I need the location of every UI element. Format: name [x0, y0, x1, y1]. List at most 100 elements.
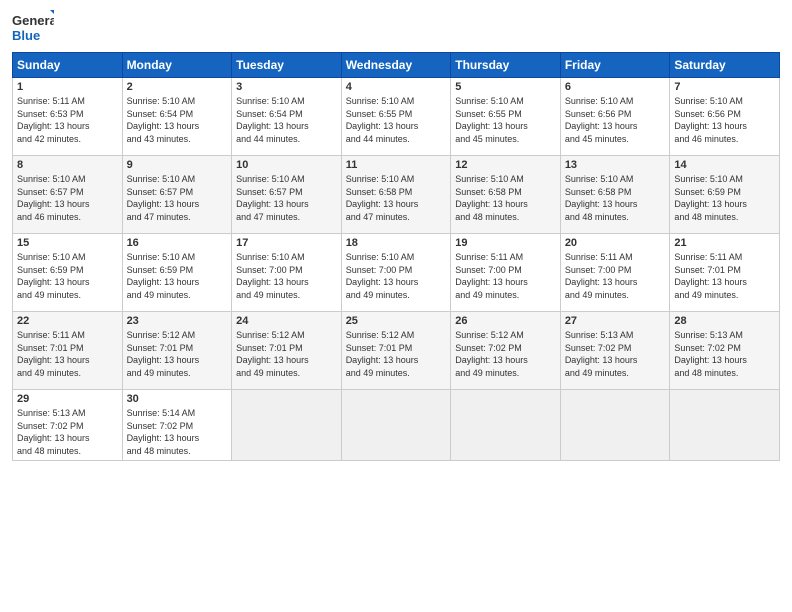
day-number: 6 [565, 81, 666, 93]
weekday-header-friday: Friday [560, 53, 670, 78]
day-number: 14 [674, 159, 775, 171]
calendar-cell [341, 390, 451, 461]
calendar-cell: 16 Sunrise: 5:10 AM Sunset: 6:59 PM Dayli… [122, 234, 232, 312]
day-number: 19 [455, 237, 556, 249]
weekday-header-tuesday: Tuesday [232, 53, 342, 78]
day-info: Sunrise: 5:12 AM Sunset: 7:01 PM Dayligh… [346, 329, 447, 379]
day-number: 26 [455, 315, 556, 327]
day-info: Sunrise: 5:10 AM Sunset: 7:00 PM Dayligh… [346, 251, 447, 301]
calendar-cell: 12 Sunrise: 5:10 AM Sunset: 6:58 PM Dayli… [451, 156, 561, 234]
day-number: 8 [17, 159, 118, 171]
day-info: Sunrise: 5:10 AM Sunset: 6:55 PM Dayligh… [346, 95, 447, 145]
day-number: 18 [346, 237, 447, 249]
calendar-cell: 20Sunrise: 5:11 AM Sunset: 7:00 PM Dayli… [560, 234, 670, 312]
calendar-cell: 13 Sunrise: 5:10 AM Sunset: 6:58 PM Dayli… [560, 156, 670, 234]
day-info: Sunrise: 5:10 AM Sunset: 6:55 PM Dayligh… [455, 95, 556, 145]
calendar-cell: 4Sunrise: 5:10 AM Sunset: 6:55 PM Daylig… [341, 78, 451, 156]
day-info: Sunrise: 5:11 AM Sunset: 7:01 PM Dayligh… [674, 251, 775, 301]
calendar-week-row: 22 Sunrise: 5:11 AM Sunset: 7:01 PM Dayli… [13, 312, 780, 390]
calendar-cell: 18 Sunrise: 5:10 AM Sunset: 7:00 PM Dayli… [341, 234, 451, 312]
day-info: Sunrise: 5:10 AM Sunset: 6:58 PM Dayligh… [455, 173, 556, 223]
calendar-table: SundayMondayTuesdayWednesdayThursdayFrid… [12, 52, 780, 461]
day-number: 22 [17, 315, 118, 327]
calendar-cell [232, 390, 342, 461]
day-info: Sunrise: 5:13 AM Sunset: 7:02 PM Dayligh… [17, 407, 118, 457]
calendar-header: SundayMondayTuesdayWednesdayThursdayFrid… [13, 53, 780, 78]
calendar-cell: 19 Sunrise: 5:11 AM Sunset: 7:00 PM Dayli… [451, 234, 561, 312]
day-number: 11 [346, 159, 447, 171]
logo: General Blue [12, 10, 54, 46]
calendar-cell: 8 Sunrise: 5:10 AM Sunset: 6:57 PM Daylig… [13, 156, 123, 234]
day-number: 5 [455, 81, 556, 93]
calendar-cell: 2 Sunrise: 5:10 AM Sunset: 6:54 PM Daylig… [122, 78, 232, 156]
weekday-header-saturday: Saturday [670, 53, 780, 78]
calendar-cell: 14 Sunrise: 5:10 AM Sunset: 6:59 PM Dayli… [670, 156, 780, 234]
day-info: Sunrise: 5:10 AM Sunset: 6:57 PM Dayligh… [17, 173, 118, 223]
calendar-container: General Blue SundayMondayTuesdayWednesda… [0, 0, 792, 471]
day-info: Sunrise: 5:13 AM Sunset: 7:02 PM Dayligh… [674, 329, 775, 379]
day-number: 29 [17, 393, 118, 405]
day-info: Sunrise: 5:10 AM Sunset: 6:59 PM Dayligh… [674, 173, 775, 223]
day-number: 1 [17, 81, 118, 93]
calendar-cell: 1 Sunrise: 5:11 AM Sunset: 6:53 PM Daylig… [13, 78, 123, 156]
calendar-cell: 24 Sunrise: 5:12 AM Sunset: 7:01 PM Dayli… [232, 312, 342, 390]
calendar-cell: 30Sunrise: 5:14 AM Sunset: 7:02 PM Dayli… [122, 390, 232, 461]
calendar-week-row: 29 Sunrise: 5:13 AM Sunset: 7:02 PM Dayli… [13, 390, 780, 461]
day-number: 16 [127, 237, 228, 249]
calendar-cell: 6 Sunrise: 5:10 AM Sunset: 6:56 PM Daylig… [560, 78, 670, 156]
day-info: Sunrise: 5:10 AM Sunset: 6:56 PM Dayligh… [674, 95, 775, 145]
calendar-week-row: 1 Sunrise: 5:11 AM Sunset: 6:53 PM Daylig… [13, 78, 780, 156]
day-number: 2 [127, 81, 228, 93]
calendar-cell: 3 Sunrise: 5:10 AM Sunset: 6:54 PM Daylig… [232, 78, 342, 156]
day-info: Sunrise: 5:12 AM Sunset: 7:01 PM Dayligh… [236, 329, 337, 379]
day-number: 7 [674, 81, 775, 93]
svg-text:Blue: Blue [12, 28, 40, 43]
calendar-cell: 23 Sunrise: 5:12 AM Sunset: 7:01 PM Dayli… [122, 312, 232, 390]
calendar-cell: 10Sunrise: 5:10 AM Sunset: 6:57 PM Dayli… [232, 156, 342, 234]
logo-svg: General Blue [12, 10, 54, 46]
day-info: Sunrise: 5:10 AM Sunset: 6:54 PM Dayligh… [127, 95, 228, 145]
calendar-cell: 26 Sunrise: 5:12 AM Sunset: 7:02 PM Dayli… [451, 312, 561, 390]
day-info: Sunrise: 5:10 AM Sunset: 6:58 PM Dayligh… [565, 173, 666, 223]
calendar-cell: 7 Sunrise: 5:10 AM Sunset: 6:56 PM Daylig… [670, 78, 780, 156]
day-number: 15 [17, 237, 118, 249]
day-number: 12 [455, 159, 556, 171]
day-number: 23 [127, 315, 228, 327]
calendar-cell [670, 390, 780, 461]
day-info: Sunrise: 5:10 AM Sunset: 6:56 PM Dayligh… [565, 95, 666, 145]
weekday-row: SundayMondayTuesdayWednesdayThursdayFrid… [13, 53, 780, 78]
calendar-cell: 9Sunrise: 5:10 AM Sunset: 6:57 PM Daylig… [122, 156, 232, 234]
calendar-cell [451, 390, 561, 461]
day-info: Sunrise: 5:12 AM Sunset: 7:01 PM Dayligh… [127, 329, 228, 379]
weekday-header-wednesday: Wednesday [341, 53, 451, 78]
svg-text:General: General [12, 13, 54, 28]
calendar-week-row: 8 Sunrise: 5:10 AM Sunset: 6:57 PM Daylig… [13, 156, 780, 234]
calendar-cell: 15 Sunrise: 5:10 AM Sunset: 6:59 PM Dayli… [13, 234, 123, 312]
day-info: Sunrise: 5:10 AM Sunset: 6:58 PM Dayligh… [346, 173, 447, 223]
day-number: 30 [127, 393, 228, 405]
day-number: 13 [565, 159, 666, 171]
day-number: 21 [674, 237, 775, 249]
calendar-week-row: 15 Sunrise: 5:10 AM Sunset: 6:59 PM Dayli… [13, 234, 780, 312]
day-info: Sunrise: 5:10 AM Sunset: 6:57 PM Dayligh… [236, 173, 337, 223]
calendar-cell [560, 390, 670, 461]
day-info: Sunrise: 5:12 AM Sunset: 7:02 PM Dayligh… [455, 329, 556, 379]
calendar-cell: 27Sunrise: 5:13 AM Sunset: 7:02 PM Dayli… [560, 312, 670, 390]
calendar-cell: 5 Sunrise: 5:10 AM Sunset: 6:55 PM Daylig… [451, 78, 561, 156]
day-info: Sunrise: 5:11 AM Sunset: 6:53 PM Dayligh… [17, 95, 118, 145]
day-number: 28 [674, 315, 775, 327]
day-info: Sunrise: 5:11 AM Sunset: 7:00 PM Dayligh… [455, 251, 556, 301]
day-number: 3 [236, 81, 337, 93]
weekday-header-thursday: Thursday [451, 53, 561, 78]
header: General Blue [12, 10, 780, 46]
day-info: Sunrise: 5:10 AM Sunset: 6:59 PM Dayligh… [127, 251, 228, 301]
calendar-cell: 17 Sunrise: 5:10 AM Sunset: 7:00 PM Dayli… [232, 234, 342, 312]
day-info: Sunrise: 5:10 AM Sunset: 6:59 PM Dayligh… [17, 251, 118, 301]
day-number: 24 [236, 315, 337, 327]
day-number: 17 [236, 237, 337, 249]
calendar-body: 1 Sunrise: 5:11 AM Sunset: 6:53 PM Daylig… [13, 78, 780, 461]
day-info: Sunrise: 5:10 AM Sunset: 6:54 PM Dayligh… [236, 95, 337, 145]
day-info: Sunrise: 5:10 AM Sunset: 7:00 PM Dayligh… [236, 251, 337, 301]
day-info: Sunrise: 5:13 AM Sunset: 7:02 PM Dayligh… [565, 329, 666, 379]
day-info: Sunrise: 5:11 AM Sunset: 7:01 PM Dayligh… [17, 329, 118, 379]
